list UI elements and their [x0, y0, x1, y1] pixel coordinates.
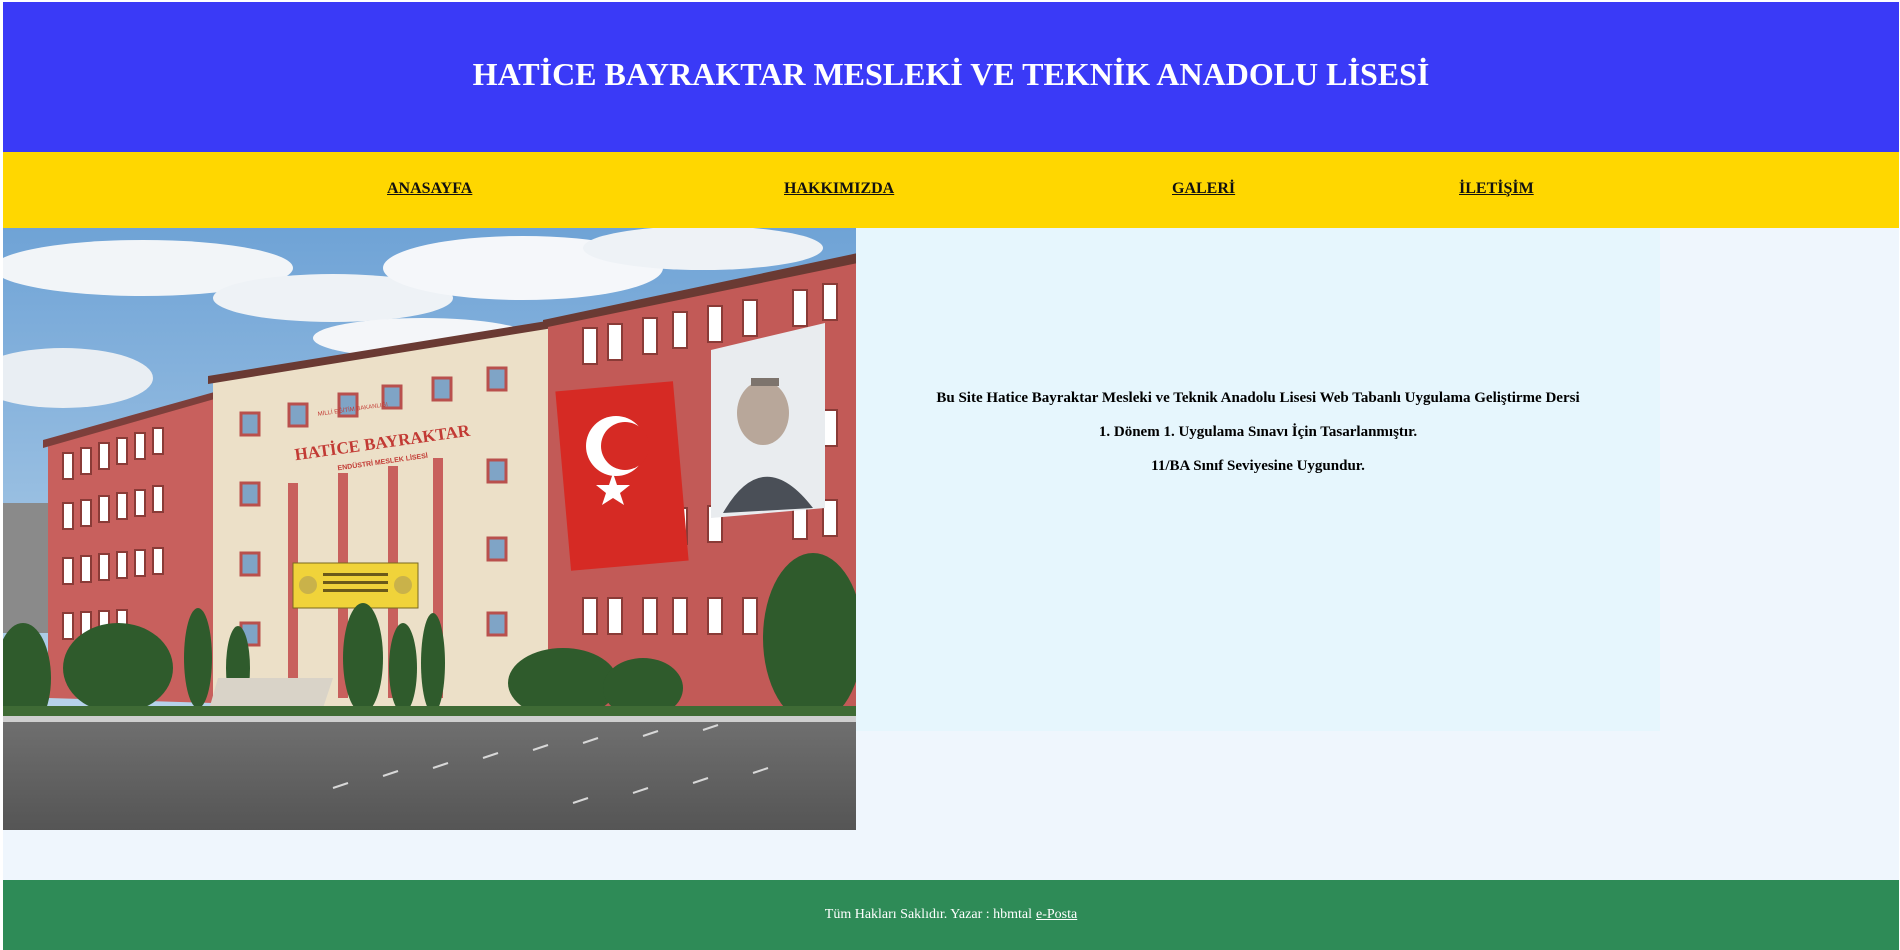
main-content: HATİCE BAYRAKTAR ENDÜSTRİ MESLEK LİSESİ …	[3, 228, 1899, 880]
page: HATİCE BAYRAKTAR MESLEKİ VE TEKNİK ANADO…	[3, 2, 1899, 950]
school-building-photo: HATİCE BAYRAKTAR ENDÜSTRİ MESLEK LİSESİ …	[3, 228, 856, 830]
info-line-1: Bu Site Hatice Bayraktar Mesleki ve Tekn…	[936, 390, 1580, 406]
nav-link-anasayfa[interactable]: ANASAYFA	[387, 180, 472, 198]
info-line-2: 1. Dönem 1. Uygulama Sınavı İçin Tasarla…	[1098, 424, 1418, 440]
info-line-3: 11/BA Sınıf Seviyesine Uygundur.	[1151, 458, 1365, 474]
info-panel: Bu Site Hatice Bayraktar Mesleki ve Tekn…	[856, 228, 1660, 731]
site-header: HATİCE BAYRAKTAR MESLEKİ VE TEKNİK ANADO…	[3, 2, 1899, 152]
site-title: HATİCE BAYRAKTAR MESLEKİ VE TEKNİK ANADO…	[472, 55, 1430, 92]
site-footer: Tüm Hakları Saklıdır. Yazar : hbmtal e-P…	[3, 880, 1899, 950]
nav-link-hakkimizda[interactable]: HAKKIMIZDA	[784, 180, 894, 198]
main-nav: ANASAYFA HAKKIMIZDA GALERİ İLETİŞİM	[3, 152, 1899, 228]
nav-link-galeri[interactable]: GALERİ	[1172, 180, 1235, 198]
nav-link-iletisim[interactable]: İLETİŞİM	[1459, 180, 1534, 198]
email-link[interactable]: e-Posta	[1036, 907, 1077, 923]
footer-text: Tüm Hakları Saklıdır. Yazar : hbmtal	[824, 907, 1033, 922]
